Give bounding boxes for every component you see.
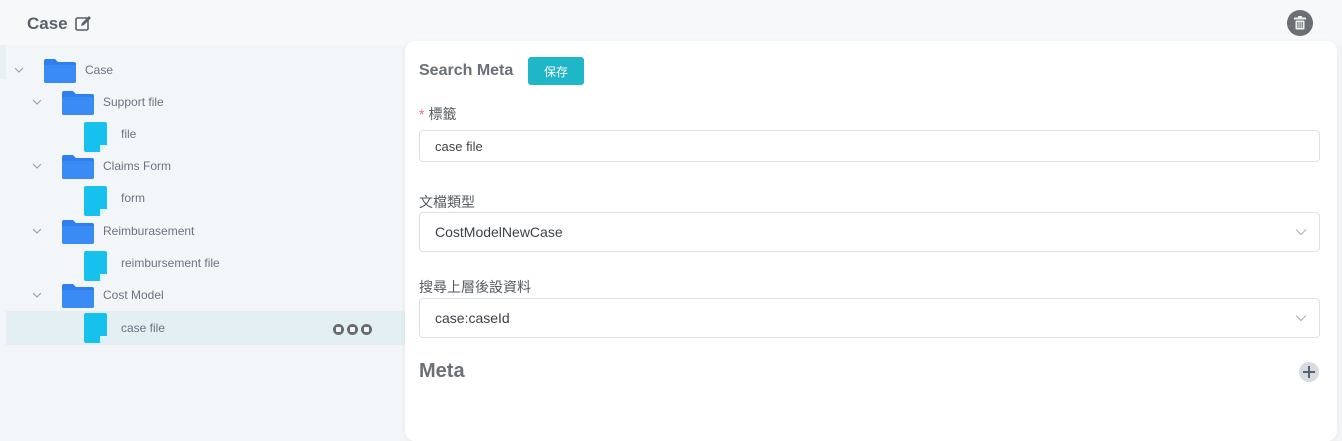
delete-icon[interactable] [361, 324, 372, 335]
tree-node-label: reimbursement file [121, 256, 220, 270]
chevron-down-icon [1295, 315, 1307, 322]
panel-title: Search Meta [419, 62, 514, 79]
chevron-down-icon[interactable] [32, 291, 42, 299]
tree-node-reimburasement[interactable]: Reimburasement [6, 215, 405, 247]
folder-icon [62, 91, 94, 115]
tree-node-label: case file [121, 321, 166, 335]
search-parent-select[interactable]: case:caseId [419, 298, 1320, 338]
tag-label: * 標籤 [419, 104, 456, 124]
row-actions [333, 322, 375, 335]
file-icon [84, 186, 107, 216]
delete-button[interactable] [1287, 10, 1313, 36]
tree-node-cost-model[interactable]: Cost Model [6, 279, 405, 311]
folder-icon [62, 284, 94, 308]
chevron-down-icon[interactable] [32, 227, 42, 235]
doc-type-label: 文檔類型 [419, 194, 475, 210]
folder-icon [44, 59, 76, 83]
search-parent-value: case:caseId [435, 310, 510, 326]
tree-node-case-file[interactable]: case file [6, 311, 405, 345]
tree-node-claims-form[interactable]: Claims Form [6, 150, 405, 182]
tag-label-text: 標籤 [428, 106, 457, 122]
tree-node-label: file [121, 127, 137, 141]
folder-icon [62, 220, 94, 244]
header-bar: Case [0, 0, 1342, 45]
tree-node-support-file[interactable]: Support file [6, 86, 405, 118]
add-meta-button[interactable] [1299, 362, 1319, 382]
file-icon [84, 122, 107, 152]
tree-node-file[interactable]: file [6, 118, 405, 152]
search-meta-panel: Search Meta 保存 *標籤 文檔類型 CostModelNewCase… [405, 41, 1337, 441]
chevron-down-icon[interactable] [32, 162, 42, 170]
tree-node-label: Reimburasement [103, 224, 195, 238]
tree-node-label: Case [85, 63, 114, 77]
tree-node-case[interactable]: Case [6, 54, 405, 86]
search-parent-label: 搜尋上層後設資料 [419, 279, 531, 295]
file-icon [84, 251, 107, 281]
folder-icon [62, 155, 94, 179]
tree-node-form[interactable]: form [6, 182, 405, 216]
tree-node-label: form [121, 191, 145, 205]
chevron-down-icon [1295, 229, 1307, 236]
file-icon [84, 313, 107, 343]
copy-icon[interactable] [333, 324, 344, 335]
chevron-down-icon[interactable] [32, 98, 42, 106]
doc-type-select[interactable]: CostModelNewCase [419, 212, 1320, 252]
edit-icon[interactable] [74, 15, 92, 33]
page-title: Case [27, 14, 68, 33]
info-icon[interactable] [347, 324, 358, 335]
tag-input[interactable] [419, 130, 1320, 162]
chevron-down-icon[interactable] [14, 66, 24, 74]
required-mark: * [419, 106, 425, 122]
doc-type-value: CostModelNewCase [435, 224, 563, 240]
meta-section-title: Meta [419, 360, 465, 382]
tree-node-label: Support file [103, 95, 164, 109]
tree-node-label: Claims Form [103, 159, 171, 173]
tree-node-label: Cost Model [103, 288, 164, 302]
tree-node-reimbursement-file[interactable]: reimbursement file [6, 247, 405, 281]
trash-icon [1294, 16, 1306, 30]
save-button[interactable]: 保存 [528, 57, 584, 85]
